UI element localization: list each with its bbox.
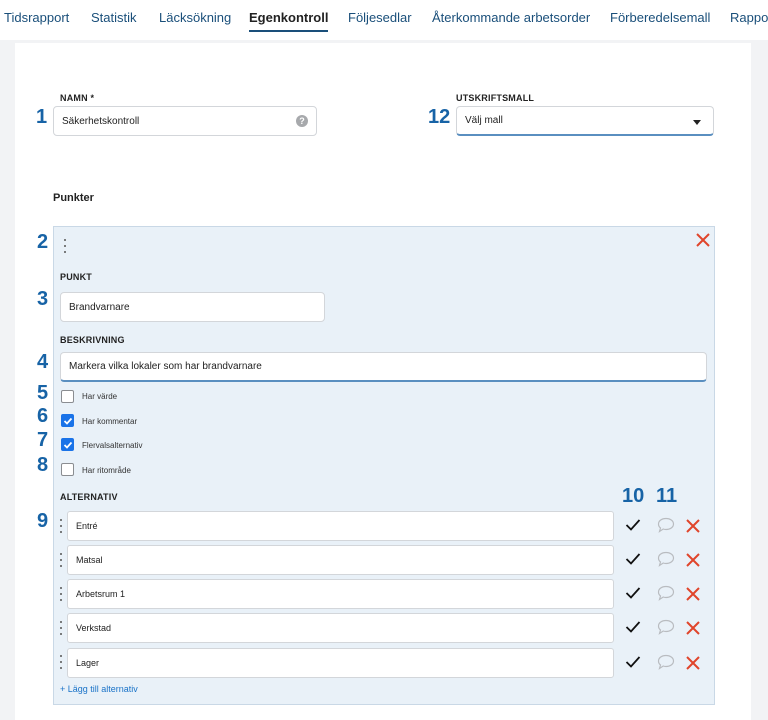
multiple-choice-checkbox[interactable]	[61, 438, 74, 451]
tab-egenkontroll[interactable]: Egenkontroll	[249, 10, 329, 32]
delete-alternative-icon[interactable]	[685, 552, 701, 568]
tab-aterkommande-arbetsorder[interactable]: Återkommande arbetsorder	[432, 10, 590, 25]
alternative-value: Entré	[76, 521, 98, 531]
point-input[interactable]: Brandvarnare	[60, 292, 325, 322]
checkmark-icon	[63, 441, 73, 449]
tab-rapport[interactable]: Rapport	[730, 10, 768, 25]
description-input-value: Markera vilka lokaler som har brandvarna…	[69, 361, 262, 372]
check-icon[interactable]	[625, 518, 641, 532]
checkmark-icon	[63, 417, 73, 425]
marker-4: 4	[37, 351, 49, 373]
delete-point-icon[interactable]	[695, 232, 711, 248]
marker-9: 9	[37, 510, 49, 532]
multiple-choice-label: Flervalsalternativ	[82, 441, 143, 450]
drawing-area-checkbox[interactable]	[61, 463, 74, 476]
chevron-down-icon	[693, 120, 701, 125]
template-label: UTSKRIFTSMALL	[456, 93, 535, 103]
comment-icon[interactable]	[657, 585, 675, 601]
marker-5: 5	[37, 382, 49, 404]
name-input[interactable]: Säkerhetskontroll ?	[53, 106, 317, 136]
check-icon[interactable]	[625, 655, 641, 669]
description-label: BESKRIVNING	[60, 335, 125, 345]
tab-statistik[interactable]: Statistik	[91, 10, 137, 25]
alternative-input[interactable]: Entré	[67, 511, 614, 541]
point-input-value: Brandvarnare	[69, 301, 130, 313]
check-icon[interactable]	[625, 586, 641, 600]
delete-alternative-icon[interactable]	[685, 620, 701, 636]
drag-handle-icon[interactable]	[59, 621, 63, 635]
alternative-value: Arbetsrum 1	[76, 589, 126, 599]
check-icon[interactable]	[625, 552, 641, 566]
marker-12: 12	[428, 106, 451, 128]
marker-7: 7	[37, 429, 49, 451]
drag-handle-icon[interactable]	[59, 519, 63, 533]
drag-handle-icon[interactable]	[59, 655, 63, 669]
template-select-value: Välj mall	[465, 115, 503, 126]
marker-3: 3	[37, 288, 49, 310]
template-select[interactable]: Välj mall	[456, 106, 714, 136]
point-label: PUNKT	[60, 272, 92, 282]
check-icon[interactable]	[625, 620, 641, 634]
has-comment-label: Har kommentar	[82, 417, 138, 426]
top-navigation: Tidsrapport Statistik Läcksökning Egenko…	[0, 0, 768, 40]
alternative-input[interactable]: Lager	[67, 648, 614, 678]
drag-handle-icon[interactable]	[63, 239, 67, 253]
alternative-input[interactable]: Matsal	[67, 545, 614, 575]
has-comment-checkbox[interactable]	[61, 414, 74, 427]
alternative-value: Lager	[76, 658, 100, 668]
tab-lacksokning[interactable]: Läcksökning	[159, 10, 231, 25]
marker-10: 10	[622, 485, 645, 507]
comment-icon[interactable]	[657, 654, 675, 670]
tab-forberedelsemall[interactable]: Förberedelsemall	[610, 10, 710, 25]
drag-handle-icon[interactable]	[59, 553, 63, 567]
alternative-value: Verkstad	[76, 623, 112, 633]
delete-alternative-icon[interactable]	[685, 586, 701, 602]
marker-1: 1	[36, 106, 48, 128]
comment-icon[interactable]	[657, 619, 675, 635]
drawing-area-label: Har ritområde	[82, 466, 131, 475]
has-value-label: Har värde	[82, 392, 118, 401]
add-alternative-link[interactable]: + Lägg till alternativ	[60, 684, 138, 694]
has-value-checkbox[interactable]	[61, 390, 74, 403]
comment-icon[interactable]	[657, 551, 675, 567]
delete-alternative-icon[interactable]	[685, 655, 701, 671]
drag-handle-icon[interactable]	[59, 587, 63, 601]
comment-icon[interactable]	[657, 517, 675, 533]
marker-11: 11	[656, 485, 678, 507]
alternatives-label: ALTERNATIV	[60, 492, 118, 502]
alternative-input[interactable]: Verkstad	[67, 613, 614, 643]
alternative-input[interactable]: Arbetsrum 1	[67, 579, 614, 609]
name-input-value: Säkerhetskontroll	[62, 115, 140, 127]
points-title: Punkter	[53, 192, 94, 204]
marker-8: 8	[37, 454, 49, 476]
description-input[interactable]: Markera vilka lokaler som har brandvarna…	[60, 352, 707, 382]
help-icon[interactable]: ?	[296, 115, 308, 127]
tab-tidsrapport[interactable]: Tidsrapport	[4, 10, 69, 25]
marker-6: 6	[37, 405, 49, 427]
name-label: NAMN *	[60, 93, 95, 103]
delete-alternative-icon[interactable]	[685, 518, 701, 534]
alternative-value: Matsal	[76, 555, 103, 565]
tab-foljesedlar[interactable]: Följesedlar	[348, 10, 412, 25]
marker-2: 2	[37, 231, 49, 253]
